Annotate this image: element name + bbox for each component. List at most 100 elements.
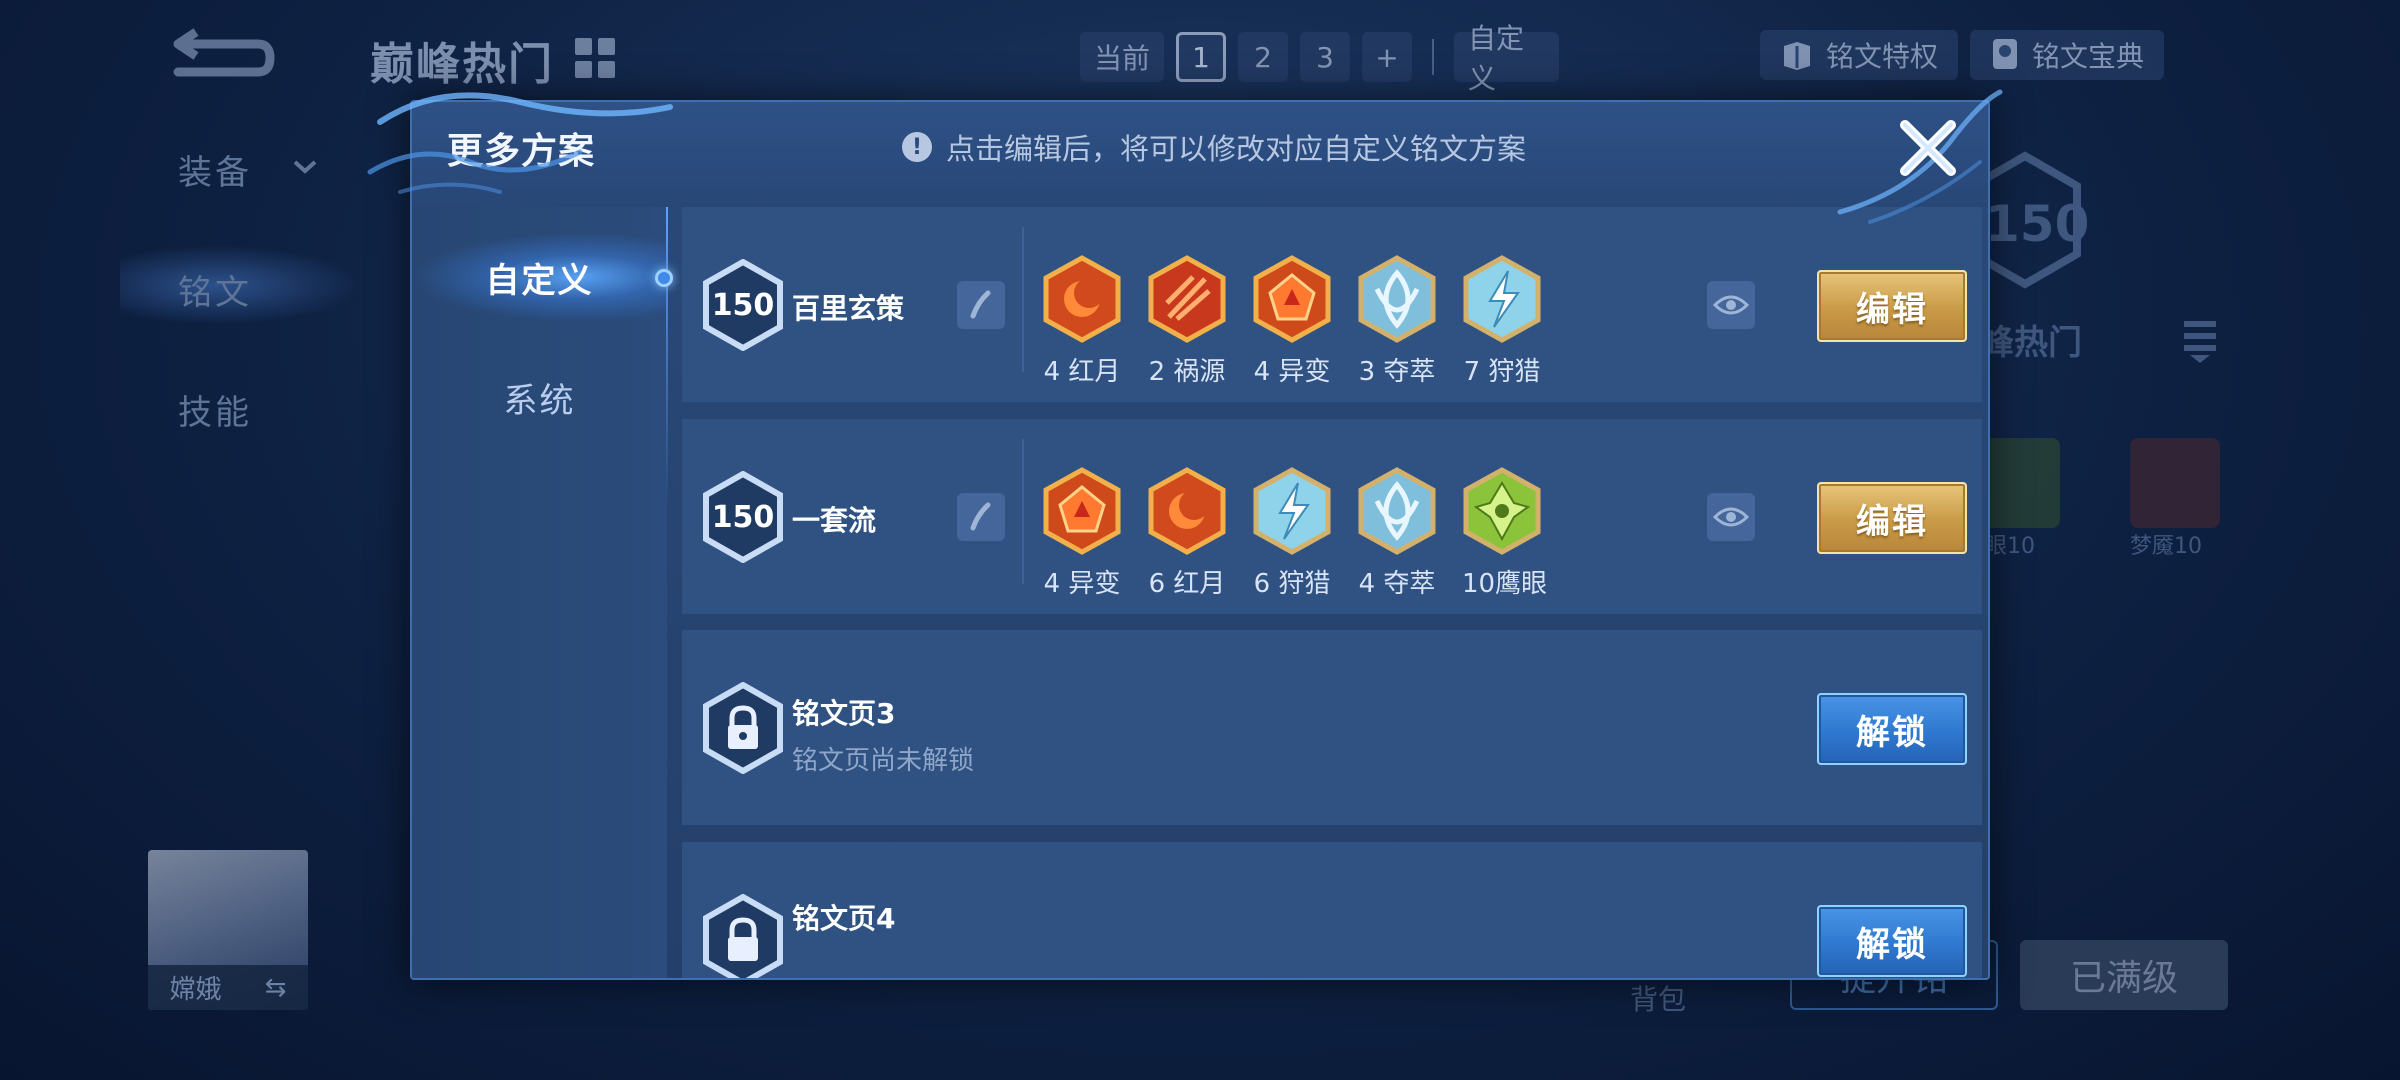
codex-icon — [1993, 39, 2017, 69]
tab-system-label: 系统 — [503, 380, 576, 421]
maxed-level-button[interactable]: 已满级 — [2020, 940, 2228, 1010]
rune-label: 4 异变 — [1253, 357, 1331, 387]
page-tab-3[interactable]: 3 — [1300, 32, 1351, 82]
rename-button[interactable] — [957, 281, 1005, 329]
rune-label-bg: 眼10 — [1985, 534, 2035, 559]
divider — [1022, 227, 1024, 372]
scheme-name: 铭文页3 — [792, 697, 896, 730]
rune-set: 4 异变 6 红月 6 狩猎 4 夺萃 10鹰眼 — [1042, 467, 1548, 600]
rune-item[interactable]: 4 红月 — [1042, 255, 1122, 388]
cloud-swirl-decoration — [367, 92, 673, 194]
grid-icon[interactable] — [575, 38, 615, 78]
rune-label: 2 祸源 — [1148, 357, 1226, 387]
custom-button[interactable]: 自定义 — [1454, 22, 1560, 95]
menu-icon[interactable] — [2180, 315, 2220, 365]
eye-icon — [1713, 507, 1749, 527]
more-schemes-dialog: 更多方案 ! 点击编辑后，将可以修改对应自定义铭文方案 自定义 系统 150 百… — [410, 100, 1990, 980]
rune-set: 4 红月 2 祸源 4 异变 3 夺萃 7 狩猎 — [1042, 255, 1542, 388]
mutation-icon — [1043, 467, 1121, 555]
nav-rune[interactable]: 铭文 — [178, 265, 252, 314]
tab-system[interactable]: 系统 — [412, 352, 667, 442]
hero-name: 嫦娥 — [169, 975, 222, 1005]
rune-privilege-button[interactable]: 铭文特权 — [1760, 30, 1959, 80]
page-tab-2[interactable]: 2 — [1238, 32, 1289, 82]
rune-label: 4 异变 — [1043, 569, 1121, 599]
tab-custom[interactable]: 自定义 — [412, 232, 673, 322]
rune-item[interactable]: 7 狩猎 — [1462, 255, 1542, 388]
tab-custom-label: 自定义 — [485, 260, 594, 301]
mutation-icon — [1253, 255, 1331, 343]
lock-icon — [703, 682, 783, 774]
hawk-eye-icon — [1463, 467, 1541, 555]
preview-button[interactable] — [1707, 281, 1755, 329]
calamity-icon — [1148, 255, 1226, 343]
rune-codex-label: 铭文宝典 — [2032, 40, 2145, 73]
rune-label-bg: 梦魇10 — [2130, 534, 2202, 559]
scheme-row-locked: 铭文页3 铭文页尚未解锁 解锁 — [682, 630, 1982, 825]
nightmare-rune-icon — [2130, 438, 2220, 528]
rune-label: 4 夺萃 — [1358, 569, 1436, 599]
active-tab-indicator — [655, 269, 673, 287]
plunder-icon — [1358, 255, 1436, 343]
rune-label: 6 狩猎 — [1253, 569, 1331, 599]
rune-label: 3 夺萃 — [1358, 357, 1436, 387]
rename-button[interactable] — [957, 493, 1005, 541]
red-moon-icon — [1043, 255, 1121, 343]
rune-item[interactable]: 6 红月 — [1147, 467, 1227, 600]
plunder-icon — [1358, 467, 1436, 555]
rune-item[interactable]: 4 异变 — [1042, 467, 1122, 600]
red-moon-icon — [1148, 467, 1226, 555]
rune-item[interactable]: 4 夺萃 — [1357, 467, 1437, 600]
eye-icon — [1713, 295, 1749, 315]
nav-skill[interactable]: 技能 — [178, 385, 252, 434]
back-icon[interactable] — [168, 22, 278, 94]
rune-page-bar: 当前 1 2 3 + 自定义 — [1080, 22, 1560, 95]
edit-button[interactable]: 编辑 — [1817, 482, 1967, 554]
book-icon — [1784, 42, 1810, 70]
scheme-name: 一套流 — [792, 504, 877, 537]
scheme-name: 百里玄策 — [792, 292, 905, 325]
rune-item[interactable]: 10鹰眼 — [1462, 467, 1548, 600]
rune-privilege-label: 铭文特权 — [1826, 40, 1939, 73]
current-label: 当前 — [1080, 32, 1165, 82]
hero-bar: 嫦娥 ⇆ — [148, 965, 308, 1010]
add-page-button[interactable]: + — [1362, 32, 1413, 82]
rune-label: 7 狩猎 — [1463, 357, 1541, 387]
rune-codex-button[interactable]: 铭文宝典 — [1970, 30, 2165, 80]
unlock-button[interactable]: 解锁 — [1817, 693, 1967, 765]
preview-button[interactable] — [1707, 493, 1755, 541]
hunt-icon — [1463, 255, 1541, 343]
scheme-tabs — [412, 207, 667, 978]
scheme-row: 150 百里玄策 4 红月 2 祸源 4 异变 3 夺萃 7 狩猎 编辑 — [682, 207, 1982, 402]
rune-item[interactable]: 2 祸源 — [1147, 255, 1227, 388]
exclamation-icon: ! — [902, 132, 932, 162]
nav-equipment[interactable]: 装备 — [178, 145, 252, 194]
scheme-name-bg: 峰热门 — [1980, 323, 2082, 363]
edit-button[interactable]: 编辑 — [1817, 270, 1967, 342]
chevron-down-icon — [293, 160, 317, 174]
scheme-level: 150 — [711, 287, 775, 323]
scheme-level: 150 — [711, 499, 775, 535]
bag-label[interactable]: 背包 — [1630, 978, 1686, 1018]
close-icon[interactable] — [1895, 115, 1961, 181]
hunt-icon — [1253, 467, 1331, 555]
scheme-row-locked: 铭文页4 解锁 — [682, 842, 1982, 978]
scheme-name: 铭文页4 — [792, 902, 896, 935]
dialog-hint: ! 点击编辑后，将可以修改对应自定义铭文方案 — [902, 126, 1526, 168]
scheme-row: 150 一套流 4 异变 6 红月 6 狩猎 4 夺萃 10鹰眼 编辑 — [682, 419, 1982, 614]
swap-icon[interactable]: ⇆ — [265, 973, 287, 1003]
lock-icon — [703, 894, 783, 978]
page-tab-1[interactable]: 1 — [1176, 32, 1227, 82]
rune-item[interactable]: 3 夺萃 — [1357, 255, 1437, 388]
rune-item[interactable]: 4 异变 — [1252, 255, 1332, 388]
pen-icon — [970, 290, 991, 319]
scheme-locked-note: 铭文页尚未解锁 — [792, 746, 975, 776]
divider — [1022, 439, 1024, 584]
rune-label: 6 红月 — [1148, 569, 1226, 599]
dialog-hint-text: 点击编辑后，将可以修改对应自定义铭文方案 — [946, 132, 1527, 166]
rune-item[interactable]: 6 狩猎 — [1252, 467, 1332, 600]
rune-label: 10鹰眼 — [1462, 569, 1548, 599]
rune-label: 4 红月 — [1043, 357, 1121, 387]
unlock-button[interactable]: 解锁 — [1817, 905, 1967, 977]
pen-icon — [970, 502, 991, 531]
